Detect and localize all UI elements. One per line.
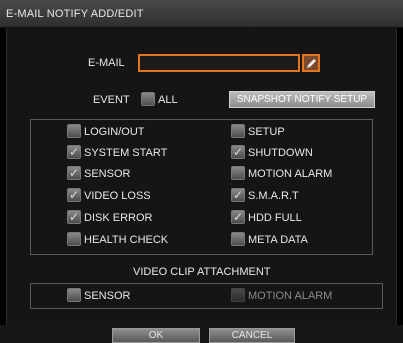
checkmark-icon: ✓ [232,188,244,202]
event-label: MOTION ALARM [248,168,333,180]
title-bar: E-MAIL NOTIFY ADD/EDIT [0,0,403,28]
checkmark-icon: ✓ [68,188,80,202]
all-events-label: ALL [158,94,178,106]
event-checkbox[interactable] [231,232,245,246]
checkmark-icon: ✓ [68,210,80,224]
cancel-button[interactable]: CANCEL [209,328,295,343]
email-label: E-MAIL [88,57,125,69]
email-input[interactable] [138,54,300,72]
clip-motion-alarm-label: MOTION ALARM [248,290,333,302]
footer-bar [0,325,403,343]
event-label: VIDEO LOSS [84,190,151,202]
event-checkbox[interactable] [231,166,245,180]
window-title: E-MAIL NOTIFY ADD/EDIT [6,8,144,20]
event-label: HEALTH CHECK [84,234,169,246]
checkmark-icon: ✓ [68,166,80,180]
event-checkbox[interactable]: ✓ [231,188,245,202]
event-label: DISK ERROR [84,212,153,224]
keyboard-button[interactable] [302,54,320,72]
event-checkbox[interactable] [67,232,81,246]
ok-button[interactable]: OK [112,328,200,343]
clip-sensor-checkbox[interactable] [67,288,81,302]
snapshot-notify-setup-button[interactable]: SNAPSHOT NOTIFY SETUP [229,91,375,108]
clip-sensor-label: SENSOR [84,290,131,302]
checkmark-icon: ✓ [68,145,80,159]
event-label: SYSTEM START [84,147,168,159]
video-clip-attachment-title: VIDEO CLIP ATTACHMENT [133,266,271,278]
checkmark-icon: ✓ [232,210,244,224]
event-checkbox[interactable]: ✓ [231,210,245,224]
pencil-keyboard-icon [306,58,316,68]
event-label: SETUP [248,126,285,138]
event-label: S.M.A.R.T [248,190,299,202]
event-label: SENSOR [84,168,131,180]
event-label: LOGIN/OUT [84,126,145,138]
event-checkbox[interactable]: ✓ [67,188,81,202]
event-checkbox[interactable] [231,124,245,138]
event-checkbox[interactable]: ✓ [67,210,81,224]
event-checkbox-group [30,119,373,255]
checkmark-icon: ✓ [232,145,244,159]
event-label: META DATA [248,234,308,246]
event-checkbox[interactable]: ✓ [231,145,245,159]
all-events-checkbox[interactable] [141,92,155,106]
event-label: EVENT [93,94,130,106]
event-label: HDD FULL [248,212,302,224]
event-checkbox[interactable] [67,124,81,138]
event-checkbox[interactable]: ✓ [67,166,81,180]
clip-motion-alarm-checkbox[interactable] [231,288,245,302]
event-label: SHUTDOWN [248,147,313,159]
event-checkbox[interactable]: ✓ [67,145,81,159]
